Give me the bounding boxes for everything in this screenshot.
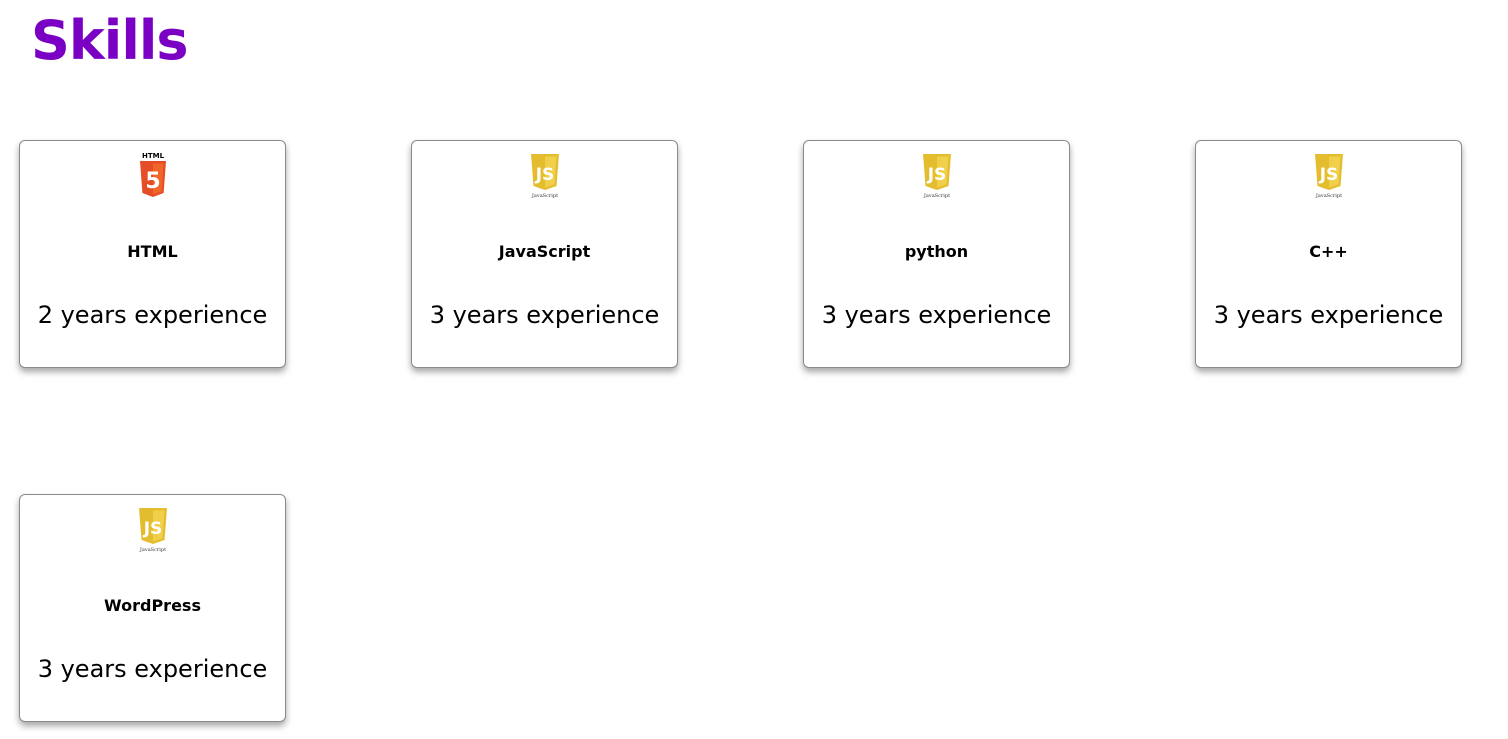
page-title: Skills — [31, 9, 188, 72]
javascript-logo-glyph: JS — [1318, 165, 1338, 185]
javascript-logo-glyph: JS — [534, 165, 554, 185]
skill-experience: 3 years experience — [429, 301, 660, 329]
skill-card-wordpress: JS JavaScript WordPress 3 years experien… — [19, 494, 286, 722]
javascript-logo-caption: JavaScript — [1314, 193, 1341, 199]
skill-experience: 2 years experience — [37, 301, 268, 329]
javascript-logo-icon: JS JavaScript — [922, 154, 951, 199]
skill-name: WordPress — [104, 596, 201, 615]
javascript-logo-caption: JavaScript — [530, 193, 557, 199]
javascript-logo-icon: JS JavaScript — [1314, 154, 1343, 199]
skills-grid: HTML 5 HTML 2 years experience JS JavaSc… — [19, 140, 1462, 722]
skill-experience: 3 years experience — [821, 301, 1052, 329]
skill-card-python: JS JavaScript python 3 years experience — [803, 140, 1070, 368]
javascript-logo-icon: JS JavaScript — [530, 154, 559, 199]
skill-card-cpp: JS JavaScript C++ 3 years experience — [1195, 140, 1462, 368]
javascript-logo-glyph: JS — [142, 519, 162, 539]
skill-experience: 3 years experience — [1213, 301, 1444, 329]
skill-name: JavaScript — [498, 242, 591, 261]
html5-logo-label: HTML — [141, 152, 164, 160]
javascript-logo-caption: JavaScript — [922, 193, 949, 199]
javascript-logo-icon: JS JavaScript — [138, 508, 167, 553]
html5-logo-icon: HTML 5 — [139, 152, 166, 197]
javascript-logo-caption: JavaScript — [138, 547, 165, 553]
skill-card-html: HTML 5 HTML 2 years experience — [19, 140, 286, 368]
html5-logo-glyph: 5 — [145, 169, 160, 194]
skill-name: HTML — [127, 242, 178, 261]
skill-card-javascript: JS JavaScript JavaScript 3 years experie… — [411, 140, 678, 368]
skill-experience: 3 years experience — [37, 655, 268, 683]
skill-name: C++ — [1309, 242, 1348, 261]
javascript-logo-glyph: JS — [926, 165, 946, 185]
skill-name: python — [904, 242, 969, 261]
